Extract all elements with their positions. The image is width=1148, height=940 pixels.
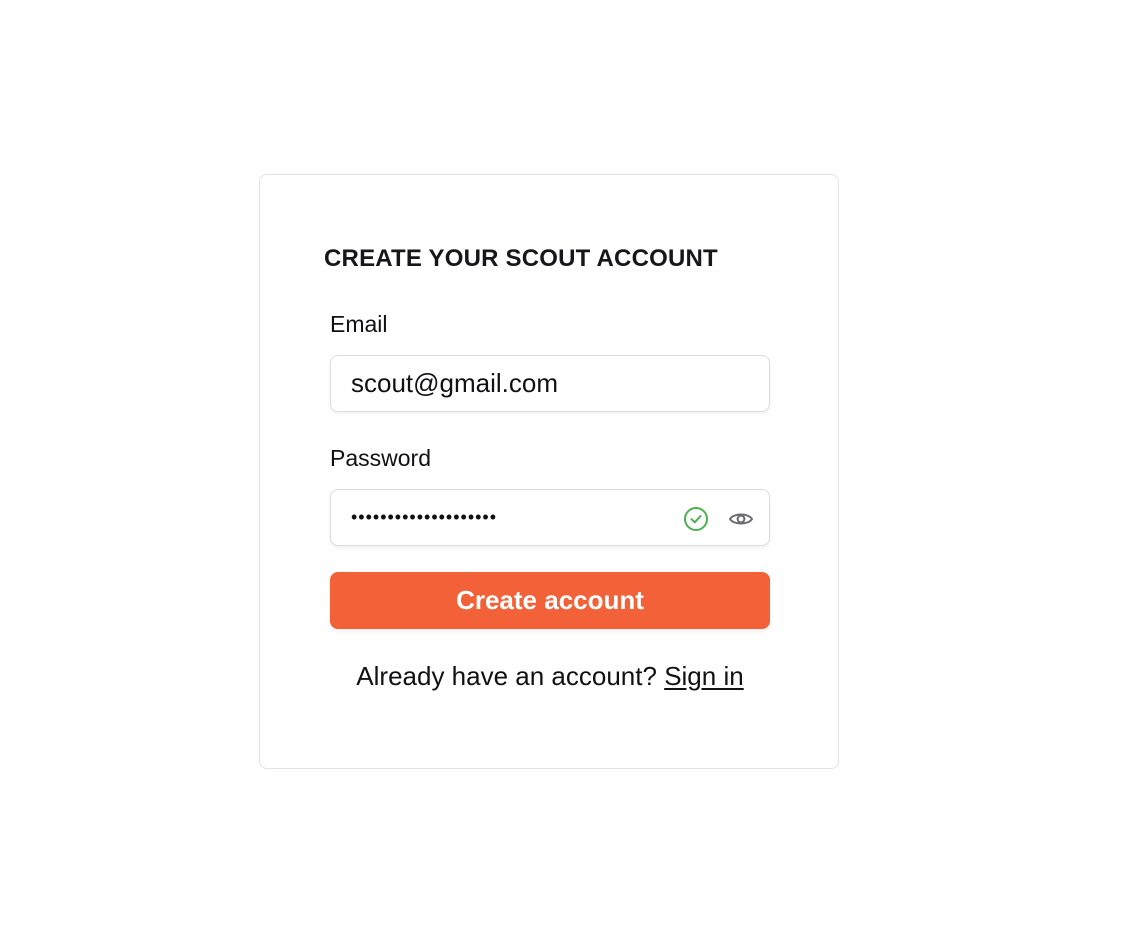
page-title: CREATE YOUR SCOUT ACCOUNT bbox=[324, 245, 718, 272]
password-label: Password bbox=[330, 445, 431, 471]
password-field[interactable] bbox=[331, 490, 651, 545]
check-circle-icon bbox=[684, 507, 708, 531]
sign-in-link[interactable]: Sign in bbox=[664, 661, 744, 691]
create-account-button[interactable]: Create account bbox=[330, 572, 770, 629]
email-label: Email bbox=[330, 311, 388, 337]
email-field[interactable] bbox=[331, 356, 769, 411]
password-field-container bbox=[330, 489, 770, 546]
signin-prompt: Already have an account? Sign in bbox=[260, 661, 840, 692]
eye-icon[interactable] bbox=[727, 505, 755, 533]
signup-card: CREATE YOUR SCOUT ACCOUNT Email Password… bbox=[259, 174, 839, 769]
email-field-container bbox=[330, 355, 770, 412]
signin-prompt-text: Already have an account? bbox=[356, 661, 657, 691]
